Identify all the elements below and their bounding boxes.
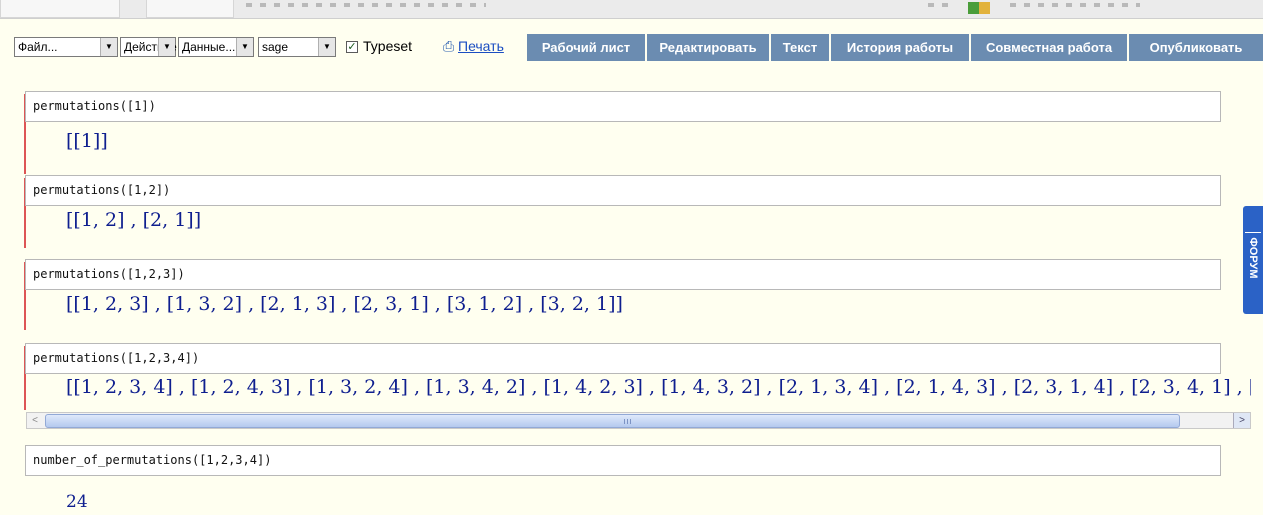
worksheet-toolbar: Файл... ▼ Действие ▼ Данные... ▼ sage ▼ … xyxy=(0,32,1263,62)
text-button[interactable]: Текст xyxy=(771,34,831,61)
browser-chrome xyxy=(0,0,1263,19)
cell-input[interactable]: number_of_permutations([1,2,3,4]) xyxy=(25,445,1221,476)
cell-output: [[1, 2, 3, 4] , [1, 2, 4, 3] , [1, 3, 2,… xyxy=(66,376,1251,398)
cell-output: [[1, 2, 3] , [1, 3, 2] , [2, 1, 3] , [2,… xyxy=(66,293,623,315)
system-select[interactable]: sage ▼ xyxy=(258,37,336,57)
print-link[interactable]: Печать xyxy=(458,38,504,54)
scroll-right-icon[interactable]: > xyxy=(1233,413,1250,428)
typeset-checkbox[interactable]: ✓ xyxy=(346,41,358,53)
chevron-down-icon: ▼ xyxy=(318,38,335,56)
scrollbar-thumb[interactable] xyxy=(45,414,1180,428)
print-icon[interactable]: ⎙ xyxy=(443,38,454,55)
edit-button[interactable]: Редактировать xyxy=(647,34,771,61)
scroll-left-icon[interactable]: < xyxy=(27,413,43,428)
horizontal-scrollbar[interactable]: < > xyxy=(26,412,1251,429)
cell-input[interactable]: permutations([1,2,3]) xyxy=(25,259,1221,290)
forum-label: ФОРУМ xyxy=(1247,237,1259,279)
worksheet-button[interactable]: Рабочий лист xyxy=(527,34,647,61)
cell-output: [[1]] xyxy=(66,130,108,152)
history-button[interactable]: История работы xyxy=(831,34,971,61)
publish-button[interactable]: Опубликовать xyxy=(1129,34,1263,61)
chevron-down-icon: ▼ xyxy=(236,38,253,56)
worksheet: permutations([1]) [[1]] permutations([1,… xyxy=(14,68,1251,515)
chevron-down-icon: ▼ xyxy=(158,38,175,56)
browser-logo-icon xyxy=(968,2,990,14)
file-select[interactable]: Файл... ▼ xyxy=(14,37,118,57)
cell-output: 24 xyxy=(66,492,88,512)
action-select[interactable]: Действие ▼ xyxy=(120,37,177,57)
cell-input[interactable]: permutations([1,2]) xyxy=(25,175,1221,206)
forum-side-tab[interactable]: ФОРУМ xyxy=(1243,206,1263,314)
share-button[interactable]: Совместная работа xyxy=(971,34,1129,61)
cell-input[interactable]: permutations([1]) xyxy=(25,91,1221,122)
chevron-down-icon: ▼ xyxy=(100,38,117,56)
output-viewport: [[1, 2, 3, 4] , [1, 2, 4, 3] , [1, 3, 2,… xyxy=(26,374,1251,412)
typeset-label: Typeset xyxy=(363,38,413,54)
data-select[interactable]: Данные... ▼ xyxy=(178,37,254,57)
cell-output: [[1, 2] , [2, 1]] xyxy=(66,209,202,231)
cell-input[interactable]: permutations([1,2,3,4]) xyxy=(25,343,1221,374)
